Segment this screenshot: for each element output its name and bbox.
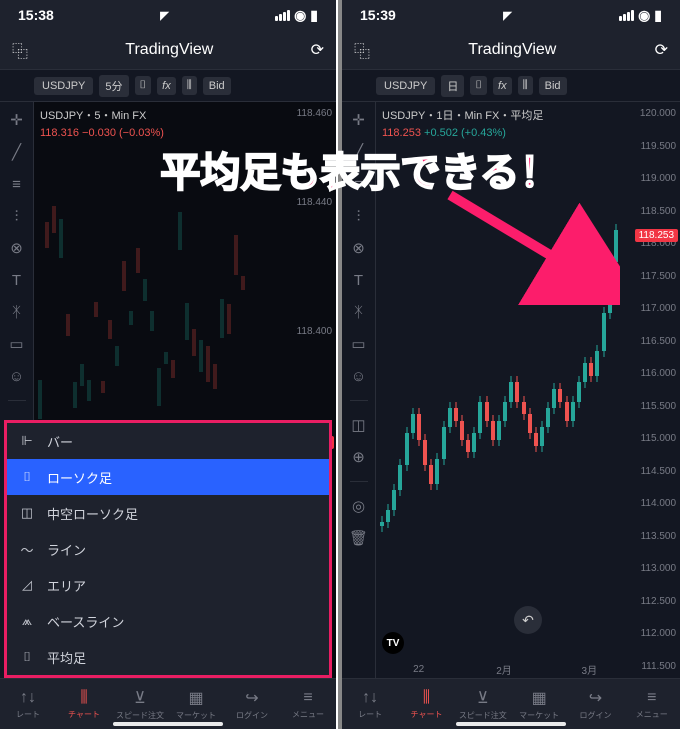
phone-right: 15:39 ◤ ◉ ▮ ⿻ TradingView ⟳ USDJPY 日 ⌷ f… [342, 0, 680, 729]
last-price-label: 118.253 [635, 229, 678, 242]
status-icons: ◉ ▮ [275, 7, 318, 24]
charttype-ローソク足[interactable]: ⌷ローソク足 [7, 459, 329, 495]
header-title: TradingView [370, 41, 655, 59]
chart-info: USDJPY・1日・Min FX・平均足 118.253 +0.502 (+0.… [382, 108, 543, 141]
tab-チャート[interactable]: ⫼チャート [56, 679, 112, 729]
tradingview-logo: TV [382, 632, 404, 654]
clock: 15:39 [360, 7, 396, 23]
toolbar-chips: USDJPY 日 ⌷ fx ⫼ Bid [342, 70, 680, 102]
app-header: ⿻ TradingView ⟳ [0, 30, 336, 70]
tool-◎[interactable]: ◎ [347, 494, 371, 518]
tab-メニュー[interactable]: ≡メニュー [624, 679, 680, 729]
bid-chip[interactable]: Bid [203, 77, 231, 95]
charttype-ベースライン[interactable]: ⩕ベースライン [7, 603, 329, 639]
tool-╱[interactable]: ╱ [347, 140, 371, 164]
undo-button[interactable]: ↶ [514, 606, 542, 634]
tab-メニュー[interactable]: ≡メニュー [280, 679, 336, 729]
tool-⫶[interactable]: ⫶ [5, 204, 29, 228]
charttype-中空ローソク足[interactable]: ◫中空ローソク足 [7, 495, 329, 531]
charttype-バー[interactable]: ⊩バー [7, 423, 329, 459]
status-bar: 15:38 ◤ ◉ ▮ [0, 0, 336, 30]
compare-chip[interactable]: ⫼ [182, 76, 197, 95]
drawing-sidebar: ✛ ╱ ≡ ⫶ ⊗ Tᛡ ▭ ☺ ◫ ⊕ ◎ 🗑 [342, 102, 376, 678]
status-bar: 15:39 ◤ ◉ ▮ [342, 0, 680, 30]
windows-icon[interactable]: ⿻ [12, 38, 28, 62]
tab-レート[interactable]: ↑↓レート [342, 679, 398, 729]
tool-▭[interactable]: ▭ [347, 332, 371, 356]
tool-⊗[interactable]: ⊗ [347, 236, 371, 260]
phone-left: 15:38 ◤ ◉ ▮ ⿻ TradingView ⟳ USDJPY 5分 ⌷ … [0, 0, 338, 729]
time-axis: 222月3月 [376, 660, 632, 678]
header-title: TradingView [28, 41, 311, 59]
tool-☺[interactable]: ☺ [347, 364, 371, 388]
tool-🗑[interactable]: 🗑 [347, 526, 371, 550]
tool-╱[interactable]: ╱ [5, 140, 29, 164]
wifi-icon: ◉ [294, 7, 306, 24]
indicators-chip[interactable]: fx [493, 77, 512, 95]
tab-ログイン[interactable]: ↪ログイン [567, 679, 623, 729]
chart-type-chip[interactable]: ⌷ [135, 76, 152, 95]
clock: 15:38 [18, 7, 54, 23]
tool-ᛡ[interactable]: ᛡ [347, 300, 371, 324]
toolbar-chips: USDJPY 5分 ⌷ fx ⫼ Bid [0, 70, 336, 102]
interval-chip[interactable]: 日 [441, 75, 464, 97]
app-header: ⿻ TradingView ⟳ [342, 30, 680, 70]
battery-icon: ▮ [654, 7, 662, 24]
tab-ログイン[interactable]: ↪ログイン [224, 679, 280, 729]
symbol-chip[interactable]: USDJPY [376, 77, 435, 95]
chart-info: USDJPY・5・Min FX 118.316 −0.030 (−0.03%) [40, 108, 164, 141]
tool-⫶[interactable]: ⫶ [347, 204, 371, 228]
signal-icon [275, 10, 290, 21]
battery-icon: ▮ [310, 7, 318, 24]
wifi-icon: ◉ [638, 7, 650, 24]
tool-ᛡ[interactable]: ᛡ [5, 300, 29, 324]
chart-type-menu: ⊩バー⌷ローソク足◫中空ローソク足〜ライン◿エリア⩕ベースライン⌷平均足 [4, 420, 332, 678]
charttype-エリア[interactable]: ◿エリア [7, 567, 329, 603]
tool-⊗[interactable]: ⊗ [5, 236, 29, 260]
symbol-chip[interactable]: USDJPY [34, 77, 93, 95]
status-icons: ◉ ▮ [619, 7, 662, 24]
tool-◫[interactable]: ◫ [347, 413, 371, 437]
home-indicator [113, 722, 223, 726]
tool-⊕[interactable]: ⊕ [347, 445, 371, 469]
tool-≡[interactable]: ≡ [5, 172, 29, 196]
chart-body: ✛ ╱ ≡ ⫶ ⊗ Tᛡ ▭ ☺ ◫ ⊕ ◎ 🗑 USDJPY・1日・Min FX・平均足 118.2… [342, 102, 680, 678]
home-indicator [456, 722, 566, 726]
refresh-icon[interactable]: ⟳ [655, 40, 668, 60]
signal-icon [619, 10, 634, 21]
windows-icon[interactable]: ⿻ [354, 38, 370, 62]
charttype-平均足[interactable]: ⌷平均足 [7, 639, 329, 675]
tool-T[interactable]: T [5, 268, 29, 292]
tool-☺[interactable]: ☺ [5, 364, 29, 388]
chart-type-chip[interactable]: ⌷ [470, 76, 487, 95]
refresh-icon[interactable]: ⟳ [311, 40, 324, 60]
tool-T[interactable]: T [347, 268, 371, 292]
chart-area[interactable]: USDJPY・1日・Min FX・平均足 118.253 +0.502 (+0.… [376, 102, 680, 678]
tool-≡[interactable]: ≡ [347, 172, 371, 196]
indicators-chip[interactable]: fx [157, 77, 176, 95]
bid-chip[interactable]: Bid [539, 77, 567, 95]
charttype-ライン[interactable]: 〜ライン [7, 531, 329, 567]
tool-✛[interactable]: ✛ [347, 108, 371, 132]
price-axis: 120.000119.500119.000118.500118.000117.5… [632, 102, 680, 678]
tool-✛[interactable]: ✛ [5, 108, 29, 132]
tool-▭[interactable]: ▭ [5, 332, 29, 356]
compare-chip[interactable]: ⫼ [518, 76, 533, 95]
interval-chip[interactable]: 5分 [99, 75, 128, 97]
tab-チャート[interactable]: ⫼チャート [398, 679, 454, 729]
tab-レート[interactable]: ↑↓レート [0, 679, 56, 729]
